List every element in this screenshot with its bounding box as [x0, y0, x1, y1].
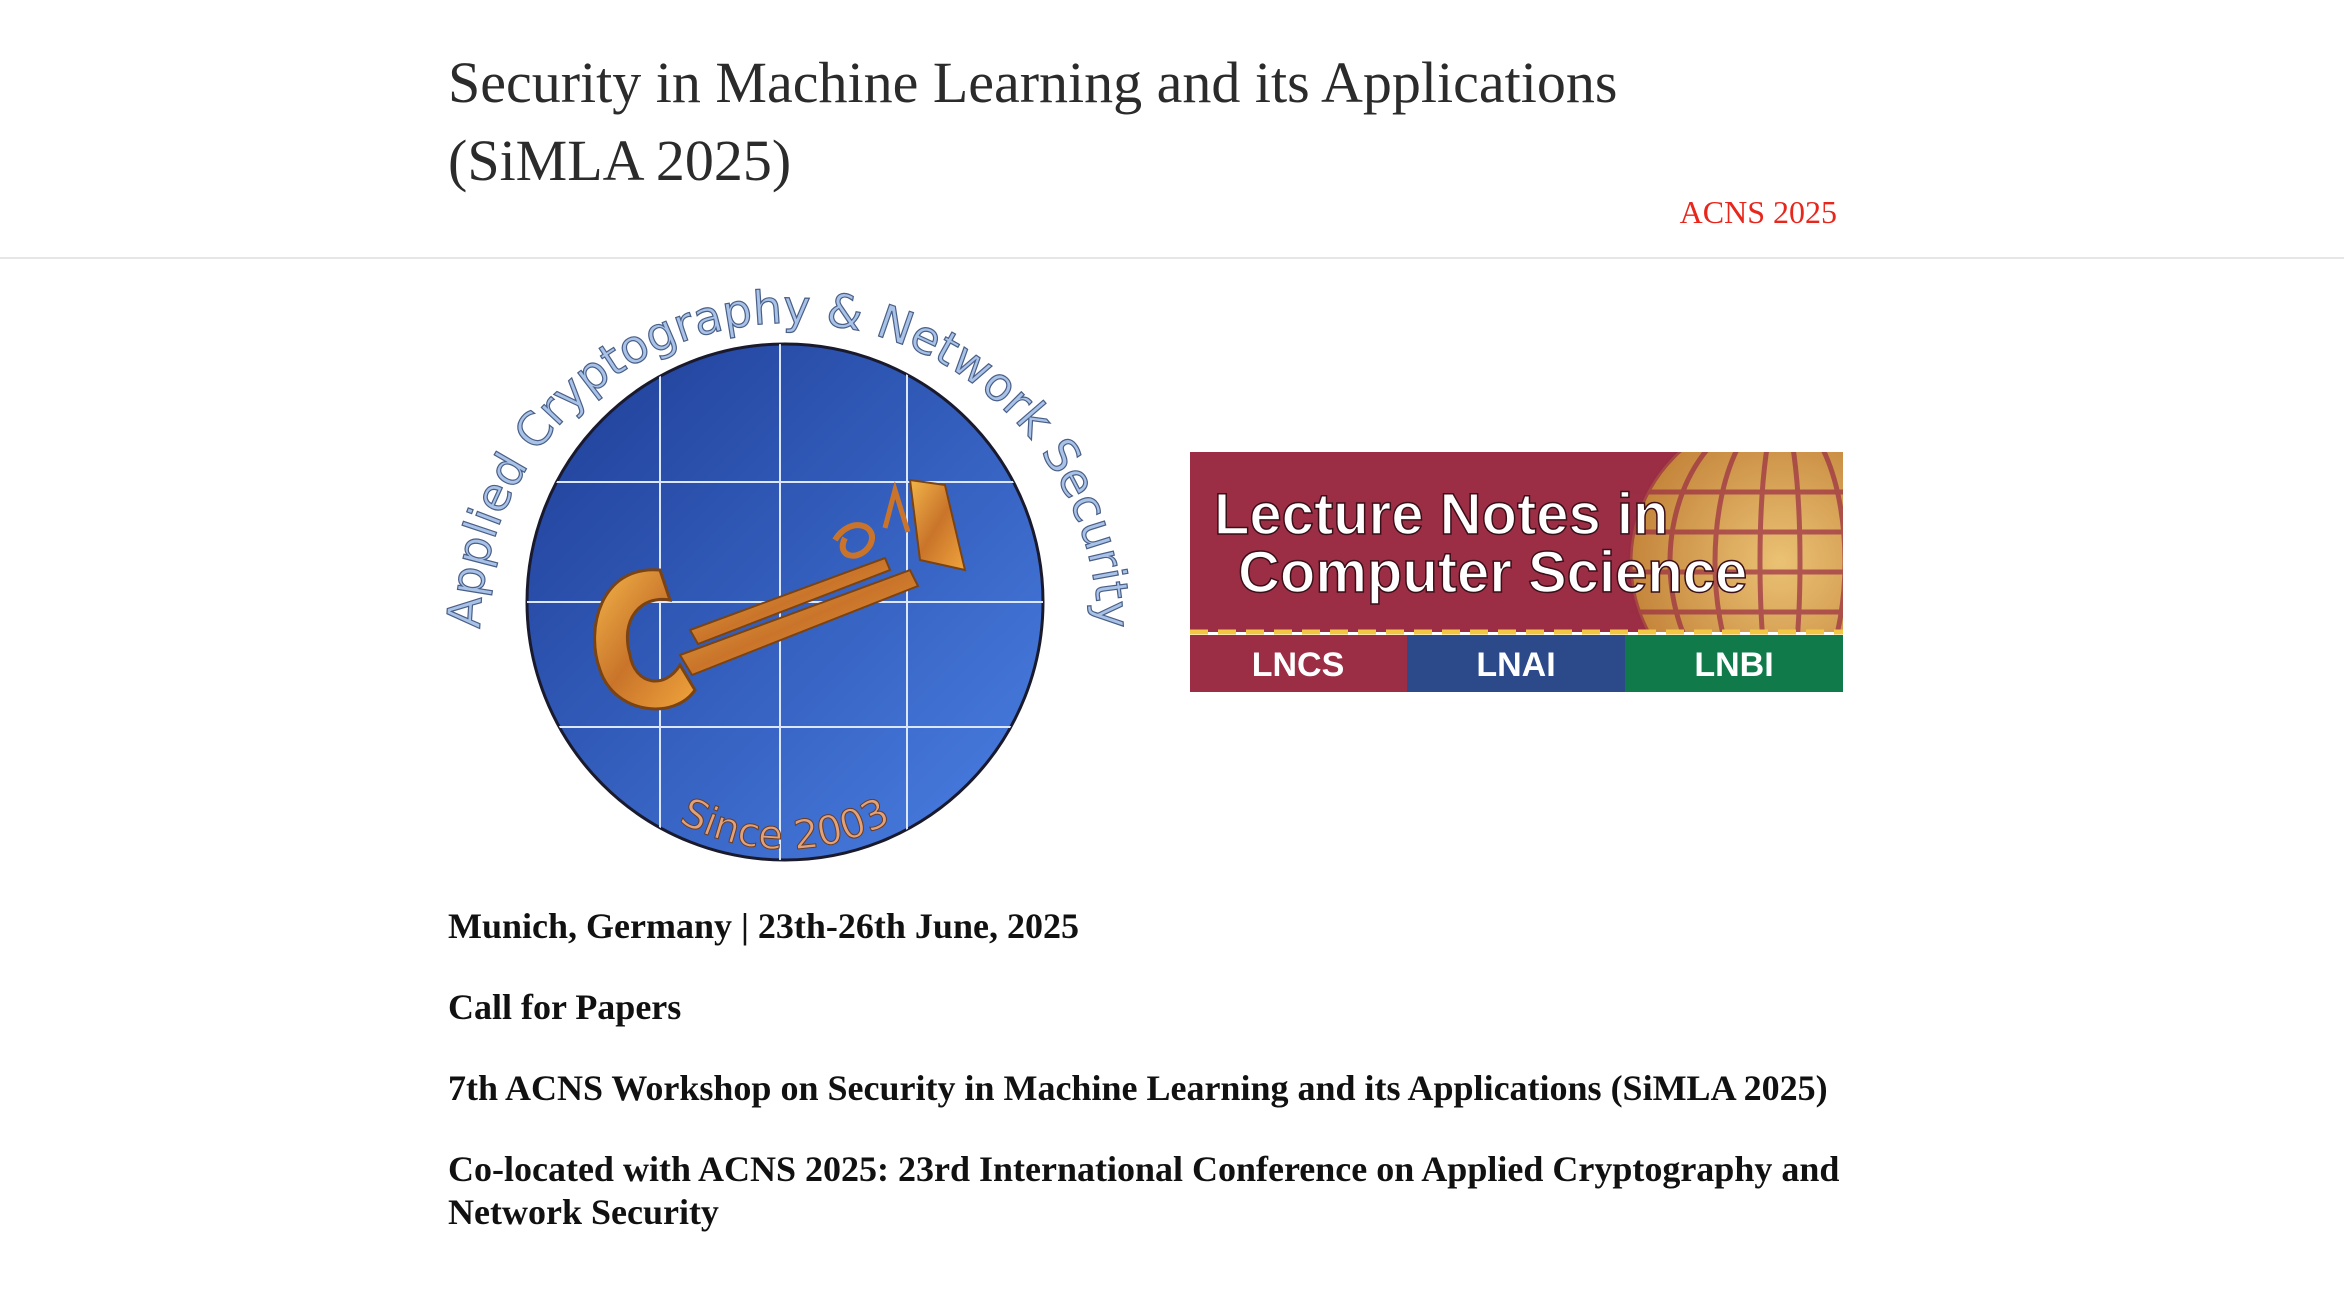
call-for-papers-heading: Call for Papers [448, 987, 682, 1027]
location-date: Munich, Germany | 23th-26th June, 2025 [448, 906, 1079, 946]
page-title: Security in Machine Learning and its App… [448, 50, 1618, 193]
colocated-text: Co-located with ACNS 2025: 23rd Internat… [448, 1149, 1840, 1232]
series-lnai: LNAI [1476, 646, 1555, 684]
banner-line1: Lecture Notes in [1214, 482, 1668, 547]
series-lnbi: LNBI [1694, 646, 1773, 684]
site-header: Security in Machine Learning and its App… [0, 0, 2344, 259]
workshop-title: 7th ACNS Workshop on Security in Machine… [448, 1068, 1828, 1108]
lncs-banner: Lecture Notes in Computer Science LNCS L… [1190, 452, 1843, 692]
acns-logo: Applied Cryptography & Network Security … [440, 279, 1140, 862]
acns-2025-link[interactable]: ACNS 2025 [1680, 192, 1837, 232]
series-lncs: LNCS [1252, 646, 1345, 684]
main-content: Munich, Germany | 23th-26th June, 2025 C… [448, 905, 1848, 1272]
banner-line2: Computer Science [1238, 540, 1747, 605]
